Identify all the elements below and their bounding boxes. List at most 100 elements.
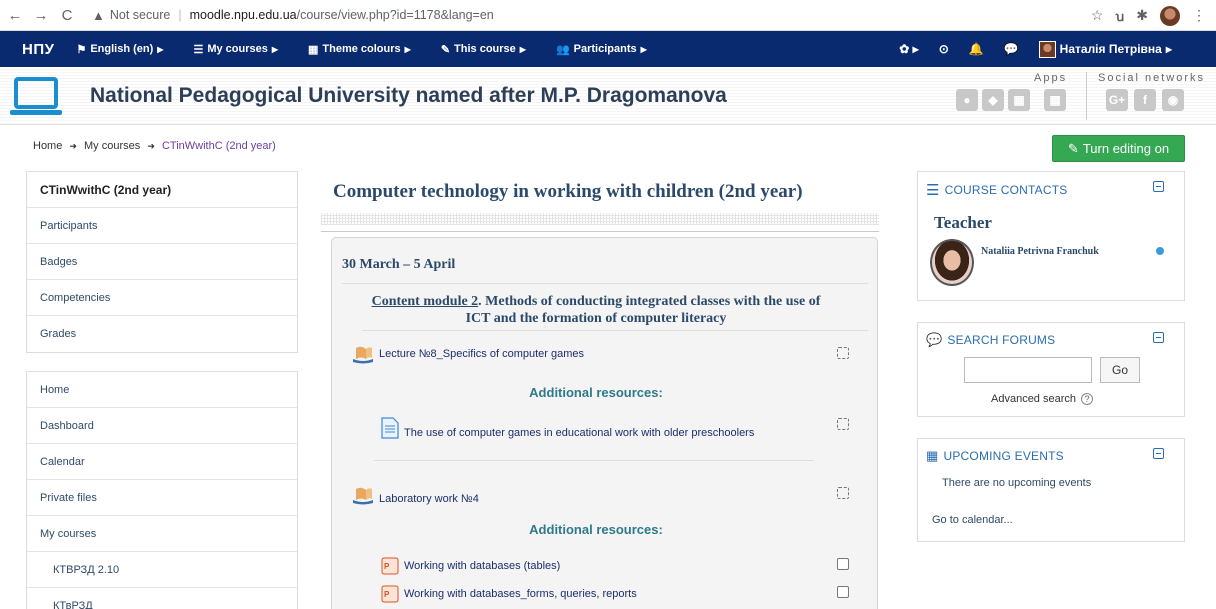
activity-laboratory[interactable]: Laboratory work №4 [352,485,479,505]
windows-phone-icon[interactable]: ▦ [1044,89,1066,111]
android-icon[interactable]: ◆ [982,89,1004,111]
breadcrumb-sep-icon: ➜ [147,141,155,151]
chat-icon[interactable]: 💬 [1004,42,1019,56]
nav-item-calendar[interactable]: Calendar [27,444,297,480]
instagram-icon[interactable]: ◉ [1162,89,1184,111]
completion-checkbox[interactable] [837,347,849,359]
additional-resources-heading: Additional resources: [529,522,663,537]
search-forums-header: 💬 SEARCH FORUMS [926,332,1055,348]
nav-item-course-2[interactable]: КТвРЗД [27,588,297,609]
profile-avatar[interactable] [1160,5,1180,26]
nav-item-grades[interactable]: Grades [27,316,297,352]
collapse-icon[interactable] [1153,332,1164,343]
nav-item-my-courses[interactable]: My courses [27,516,297,552]
caret-right-icon: ▶ [640,44,647,54]
nav-language[interactable]: ⚑ English (en) ▶ [76,43,163,56]
comments-icon: 💬 [926,332,943,347]
nav-this-course-label: This course [454,43,516,55]
user-name: Наталія Петрівна [1059,42,1162,56]
extension-icon[interactable]: ꭒ [1115,7,1124,25]
flag-icon: ⚑ [76,43,87,56]
completion-checkbox[interactable] [837,418,849,430]
module-heading-line2: ICT and the formation of computer litera… [465,311,727,326]
nav-item-participants[interactable]: Participants [27,208,297,244]
brand-logo[interactable]: НПУ [22,41,54,58]
nav-this-course[interactable]: ✎ This course ▶ [441,43,526,56]
breadcrumb-home[interactable]: Home [33,140,62,152]
nav-item-competencies[interactable]: Competencies [27,280,297,316]
apple-icon[interactable]: ● [956,89,978,111]
reload-icon[interactable]: C [56,7,78,24]
help-icon[interactable]: ? [1081,393,1093,405]
search-forums-block: 💬 SEARCH FORUMS Go Advanced search ? [917,322,1185,417]
gear-icon[interactable]: ✿ ▸ [899,42,918,56]
advanced-search[interactable]: Advanced search ? [991,393,1093,405]
advanced-search-link[interactable]: Advanced search [991,393,1076,405]
breadcrumb-my-courses[interactable]: My courses [84,140,140,152]
star-icon[interactable]: ☆ [1091,7,1104,24]
browser-toolbar: ← → C ▲ Not secure | moodle.npu.edu.ua /… [0,0,1216,31]
upcoming-events-header: ▦ UPCOMING EVENTS [926,448,1064,464]
user-menu[interactable]: Наталія Петрівна ▶ [1038,40,1172,58]
nav-item-dashboard[interactable]: Dashboard [27,408,297,444]
course-contacts-header: ☰ COURSE CONTACTS [926,181,1067,199]
google-plus-icon[interactable]: G+ [1106,89,1128,111]
resource-databases-forms[interactable]: P Working with databases_forms, queries,… [381,585,637,603]
teacher-name[interactable]: Nataliia Petrivna Franchuk [981,246,1099,257]
completion-checkbox[interactable] [837,586,849,598]
activity-laboratory-label: Laboratory work №4 [379,493,479,505]
bell-icon[interactable]: 🔔 [969,42,984,56]
nav-participants[interactable]: 👥 Participants ▶ [556,43,647,56]
puzzle-icon[interactable]: ✱ [1136,7,1148,24]
address-bar[interactable]: ▲ Not secure | moodle.npu.edu.ua /course… [92,8,494,23]
site-header: National Pedagogical University named af… [0,67,1216,125]
url-path: /course/view.php?id=1178&lang=en [296,8,494,22]
search-go-button[interactable]: Go [1100,357,1140,383]
users-icon: 👥 [555,43,570,56]
resource-databases-tables[interactable]: P Working with databases (tables) [381,557,560,575]
caret-right-icon: ▶ [404,44,411,54]
nav-language-label: English (en) [90,43,154,55]
nav-my-courses[interactable]: ☰ My courses ▶ [193,43,278,56]
laptop-icon[interactable] [8,75,64,119]
menu-dots-icon[interactable]: ⋮ [1192,7,1206,24]
turn-editing-on-label: Turn editing on [1082,141,1170,156]
nav-theme-colours[interactable]: ▦ Theme colours ▶ [308,43,411,56]
go-to-calendar-link[interactable]: Go to calendar... [932,514,1013,526]
resource-computer-games[interactable]: The use of computer games in educational… [381,417,754,439]
powerpoint-icon: P [381,585,399,603]
nav-item-course-1[interactable]: КТВРЗД 2.10 [27,552,297,588]
collapse-icon[interactable] [1153,181,1164,192]
windows-icon[interactable]: ▦ [1008,89,1030,111]
nav-item-home[interactable]: Home [27,372,297,408]
header-divider [1086,72,1087,120]
additional-resources-heading: Additional resources: [529,385,663,400]
caret-right-icon: ▶ [519,44,526,54]
teacher-avatar[interactable] [930,239,974,286]
nav-item-badges[interactable]: Badges [27,244,297,280]
circle-icon[interactable]: ⊙ [939,42,949,56]
svg-text:P: P [384,590,390,599]
site-nav-block: Home Dashboard Calendar Private files My… [26,371,298,609]
apps-label: Apps [1034,72,1068,84]
module-link[interactable]: Content module 2 [372,294,479,309]
completion-checkbox[interactable] [837,487,849,499]
section-divider [342,283,868,284]
turn-editing-on-button[interactable]: ✎ Turn editing on [1052,135,1185,162]
resource-computer-games-label: The use of computer games in educational… [404,427,755,439]
search-forums-input[interactable] [964,357,1092,383]
activity-lecture[interactable]: Lecture №8_Specifics of computer games [352,344,584,364]
forward-arrow-icon[interactable]: → [30,7,52,24]
breadcrumb-course[interactable]: CTinWwithC (2nd year) [162,140,276,152]
file-icon [381,417,399,439]
book-icon [353,487,373,505]
nav-item-private-files[interactable]: Private files [27,480,297,516]
completion-checkbox[interactable] [837,558,849,570]
site-title[interactable]: National Pedagogical University named af… [90,84,727,108]
back-arrow-icon[interactable]: ← [4,7,26,24]
security-label: Not secure [109,8,171,22]
course-nav-title[interactable]: CTinWwithC (2nd year) [27,172,297,208]
collapse-icon[interactable] [1153,448,1164,459]
svg-text:P: P [384,562,390,571]
facebook-icon[interactable]: f [1134,89,1156,111]
